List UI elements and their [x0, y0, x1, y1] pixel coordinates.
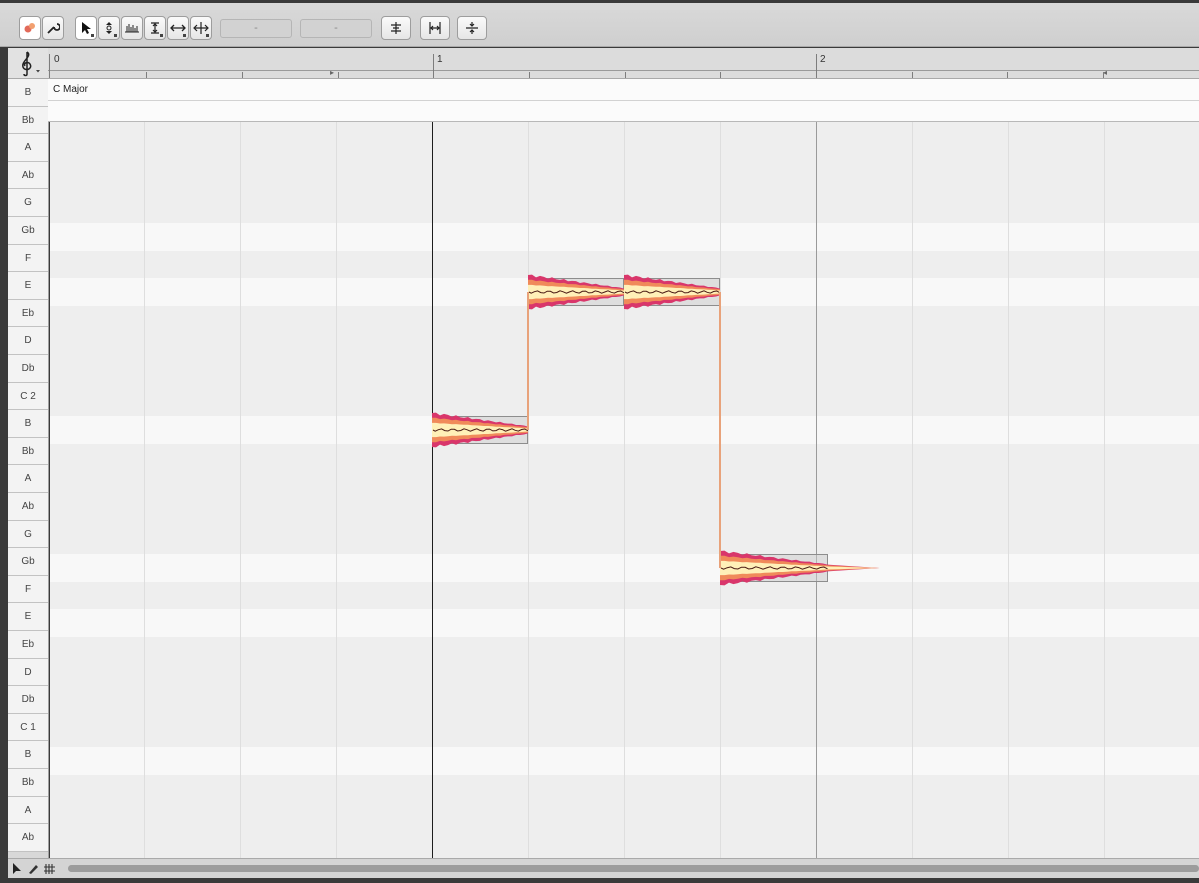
- beat-line: [1104, 122, 1105, 858]
- piano-key[interactable]: C 1: [8, 713, 48, 742]
- loop-start-marker[interactable]: ▸: [330, 68, 334, 77]
- pitch-tool-icon: [106, 22, 112, 34]
- note-blob-2[interactable]: [528, 274, 624, 310]
- piano-key[interactable]: Ab: [8, 824, 48, 852]
- piano-key[interactable]: A: [8, 465, 48, 493]
- pitch-ruler: B Bb A Ab G Gb F E Eb D Db C 2 B Bb A Ab G Gb F E Eb D Db C 1BB…: [8, 48, 49, 858]
- piano-key[interactable]: Gb: [8, 548, 48, 576]
- pitch-transition: [719, 292, 721, 568]
- piano-key[interactable]: Bb: [8, 106, 48, 135]
- piano-key[interactable]: E: [8, 272, 48, 300]
- treble-clef-icon: [22, 51, 40, 77]
- scale-snap-icon[interactable]: [43, 862, 57, 875]
- piano-key[interactable]: B: [8, 741, 48, 769]
- time-quantize-icon: [429, 22, 441, 34]
- formant-tool-icon: [125, 24, 139, 33]
- piano-key[interactable]: Db: [8, 355, 48, 383]
- pitch-drift-icon: [466, 22, 478, 34]
- piano-key[interactable]: B: [8, 410, 48, 438]
- piano-key[interactable]: B: [8, 79, 48, 107]
- ruler-mark-0: 0: [54, 54, 60, 65]
- piano-key[interactable]: C 2: [8, 382, 48, 411]
- note-blob: [432, 412, 528, 448]
- beat-line: [1008, 122, 1009, 858]
- note-blob-1[interactable]: [432, 412, 528, 448]
- piano-key[interactable]: D: [8, 327, 48, 355]
- toolbar: - -: [0, 3, 1199, 47]
- piano-key[interactable]: A: [8, 134, 48, 162]
- pitch-tool-button[interactable]: [98, 16, 120, 40]
- horizontal-scrollbar[interactable]: [68, 865, 1199, 872]
- note-editor-grid[interactable]: [50, 122, 1199, 858]
- pointer-tool-icon: [82, 22, 91, 34]
- melodyne-editor-window: - - B Bb A Ab G Gb F E Eb D Db C 2 B Bb A Ab G Gb F E Eb D Db C…: [0, 0, 1199, 883]
- key-signature-lane[interactable]: C Major: [48, 79, 1199, 122]
- note-pitch-field[interactable]: -: [220, 19, 292, 38]
- piano-key[interactable]: F: [8, 244, 48, 273]
- beat-line: [336, 122, 337, 858]
- piano-key[interactable]: Ab: [8, 161, 48, 190]
- pitch-center-button[interactable]: [381, 16, 411, 40]
- note-deviation-field[interactable]: -: [300, 19, 372, 38]
- note-blob: [528, 274, 624, 310]
- pencil-icon[interactable]: [27, 862, 39, 875]
- bar-line: [816, 122, 817, 858]
- wrench-icon: [47, 23, 60, 34]
- ruler-mark-1: 1: [437, 54, 443, 65]
- piano-key[interactable]: Eb: [8, 631, 48, 659]
- separation-tool-button[interactable]: [190, 16, 212, 40]
- key-signature-label: C Major: [53, 84, 89, 95]
- beat-line: [144, 122, 145, 858]
- note-blob-4[interactable]: [720, 550, 880, 586]
- piano-key[interactable]: G: [8, 520, 48, 549]
- beat-line: [912, 122, 913, 858]
- pointer-small-icon[interactable]: [11, 862, 23, 875]
- piano-key[interactable]: D: [8, 658, 48, 687]
- main-tool-icon: [24, 23, 35, 33]
- pitch-center-icon: [391, 22, 401, 34]
- separation-tool-icon: [193, 22, 209, 34]
- piano-key[interactable]: Gb: [8, 217, 48, 245]
- piano-key[interactable]: F: [8, 575, 48, 604]
- clef-selector[interactable]: [8, 48, 48, 79]
- piano-key[interactable]: Eb: [8, 299, 48, 328]
- scrollbar-thumb[interactable]: [68, 865, 1199, 872]
- bottom-bar: [8, 858, 1199, 878]
- piano-key[interactable]: A: [8, 796, 48, 825]
- piano-key[interactable]: Ab: [8, 493, 48, 521]
- note-blob: [624, 274, 720, 310]
- pitch-transition: [527, 292, 529, 430]
- piano-key[interactable]: E: [8, 603, 48, 631]
- amplitude-tool-icon: [151, 22, 159, 34]
- pointer-tool-button[interactable]: [75, 16, 97, 40]
- settings-tool-button[interactable]: [42, 16, 64, 40]
- piano-key[interactable]: Db: [8, 686, 48, 714]
- ruler-mark-2: 2: [820, 54, 826, 65]
- playhead[interactable]: [432, 122, 433, 858]
- note-blob: [720, 550, 880, 586]
- pitch-drift-button[interactable]: [457, 16, 487, 40]
- piano-key[interactable]: G: [8, 189, 48, 217]
- time-tool-icon: [170, 24, 186, 32]
- amplitude-tool-button[interactable]: [144, 16, 166, 40]
- beat-line: [240, 122, 241, 858]
- time-quantize-button[interactable]: [420, 16, 450, 40]
- main-tool-button[interactable]: [19, 16, 41, 40]
- formant-tool-button[interactable]: [121, 16, 143, 40]
- piano-key[interactable]: Bb: [8, 769, 48, 797]
- piano-key[interactable]: Bb: [8, 437, 48, 466]
- time-tool-button[interactable]: [167, 16, 189, 40]
- note-blob-3[interactable]: [624, 274, 720, 310]
- time-ruler[interactable]: 0 ▸ 1 2 ◂: [48, 48, 1199, 79]
- beat-line: [528, 122, 529, 858]
- beat-line: [624, 122, 625, 858]
